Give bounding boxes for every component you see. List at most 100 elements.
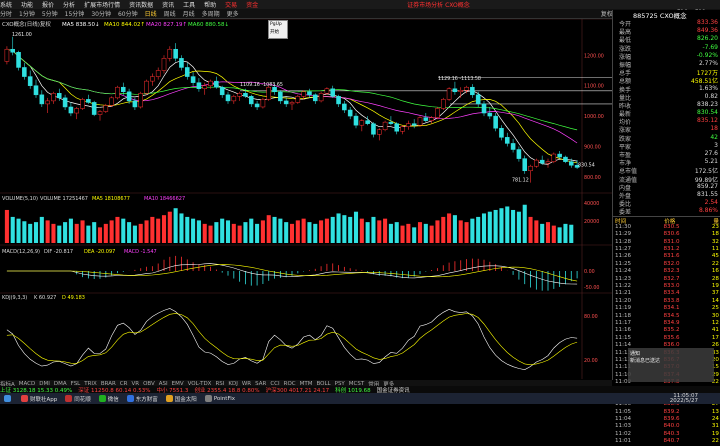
candle-body [435,108,440,118]
candle-body [406,123,411,127]
period-tab-1[interactable]: 1分钟 [19,9,35,18]
period-tab-6[interactable]: 日线 [145,9,157,18]
taskbar-app-0[interactable]: 财联社App [21,395,57,403]
tick-time: 11:25 [615,260,632,267]
keyboard-popup[interactable]: PgUp 开始 [268,20,288,39]
tick-time: 11:20 [615,297,632,304]
volume-bar [243,222,248,243]
volume-bar [487,211,492,243]
period-tab-7[interactable]: 周线 [164,9,176,18]
period-tab-5[interactable]: 60分钟 [118,9,138,18]
period-tab-8[interactable]: 月线 [183,9,195,18]
macd-label-1: DEA -20.097 [84,249,115,255]
volume-bar [272,216,277,243]
taskbar-app-2[interactable]: 微信 [98,395,119,403]
tick-row: 11:20 833.8 14 [613,298,720,305]
volume-bar [214,222,219,243]
candle-body [155,70,161,77]
quote-label: 最高 [619,29,632,37]
period-tab-3[interactable]: 15分钟 [65,9,85,18]
tick-row: 11:15 835.6 17 [613,335,720,342]
quote-row: 涨幅 -0.92% [613,52,720,61]
menu-item-10[interactable]: 资金 [246,0,258,9]
tick-time: 11:17 [615,319,632,326]
tick-price: 839.6 [663,416,680,423]
menu-item-8[interactable]: 帮助 [204,0,216,9]
taskbar-app-5[interactable]: PointFix [204,395,235,402]
taskbar-app-4[interactable]: 国金太阳 [165,395,197,403]
menu-item-3[interactable]: 分析 [63,0,75,9]
menu-item-9[interactable]: 交易 [225,0,237,9]
candle-body [522,158,528,172]
volume-bar [493,209,498,243]
volume-bar [452,215,457,243]
candle-body [16,52,21,68]
window-title: 证券市场分析 CXO概念 [407,2,470,9]
quote-row: 涨跌 -7.69 [613,44,720,53]
candle-body [470,86,475,96]
volume-bar [45,220,50,243]
candle-body [231,96,237,102]
quote-label: 涨幅 [619,53,632,61]
candle-body [365,120,370,124]
taskbar-app-3[interactable]: 东方财富 [126,395,158,403]
tick-row: 11:25 832.0 22 [613,261,720,268]
menu-item-7[interactable]: 工具 [183,0,195,9]
period-tab-4[interactable]: 30分钟 [91,9,111,18]
volume-bar [330,216,335,243]
app-icon [126,395,134,402]
tool-button-0[interactable]: 复权 [601,9,613,18]
menu-item-4[interactable]: 扩展市场行情 [84,0,120,9]
quote-label: 跌家 [619,135,632,143]
volume-bar [388,223,393,243]
volume-bar [237,225,242,243]
volume-bar [348,216,353,243]
volume-bar [115,216,120,243]
quote-panel: 885725 CXO概念 今开 833.36 最高 849.36 最低 826.20 涨跌 -… [612,10,720,444]
menu-item-0[interactable]: 系统 [0,0,12,9]
price-annotation-4: 830.54 [578,163,595,169]
candle-body [301,91,306,97]
period-tab-0[interactable]: 分时 [0,9,12,18]
candle-body [516,149,522,159]
tick-list[interactable]: 时间 价格 量 11:30 830.5 23 11:29 830.6 18 11:28 831.0 3… [613,215,720,446]
volume-bar [301,218,306,243]
candle-body [382,121,388,131]
tick-price: 831.2 [663,246,680,253]
menu-item-1[interactable]: 功能 [21,0,33,9]
menu-item-6[interactable]: 资讯 [162,0,174,9]
volume-bar [371,216,376,243]
period-tab-2[interactable]: 5分钟 [42,9,58,18]
start-icon[interactable] [4,395,11,402]
volume-bar [185,216,190,243]
period-tab-9[interactable]: 多周期 [202,9,220,18]
tick-row: 11:19 834.1 25 [613,305,720,312]
taskbar-app-label: 国金太阳 [174,396,197,403]
chart-area[interactable]: CXO概念(日线)复权 MA5 838.50↓ MA10 844.02↑ MA20 8… [0,19,612,379]
candle-body [74,108,80,114]
candle-body [243,93,248,97]
quote-label: 流通值 [619,176,638,184]
menu-item-5[interactable]: 资讯数据 [129,0,153,9]
tick-volume: 30 [711,312,719,319]
volume-bar [284,222,289,243]
index-status-bar: 上证 3128.18 15.33 0.49% 深证 11250.8 60.14 0… [0,386,720,394]
volume-bar [319,220,324,243]
taskbar-app-label: 东方财富 [135,396,158,403]
notification-toast[interactable]: 通知 新消息已送达 [628,348,714,382]
quote-label: 换手 [619,86,632,94]
candle-body [4,48,10,62]
candle-body [330,88,336,97]
volume-bar [458,220,463,243]
menu-item-2[interactable]: 报价 [42,0,54,9]
volume-label-1: MA5 18108677 [92,196,130,202]
taskbar-app-1[interactable]: 同花顺 [65,395,91,403]
volume-bar [10,216,15,243]
period-tab-10[interactable]: 更多 [227,9,239,18]
quote-value: 27.6 [704,150,718,157]
tick-price: 833.4 [663,290,680,297]
quote-label: 总手 [619,70,632,78]
candle-body [138,93,144,108]
tick-row: 11:01 840.7 22 [613,438,720,445]
candle-body [534,159,539,167]
